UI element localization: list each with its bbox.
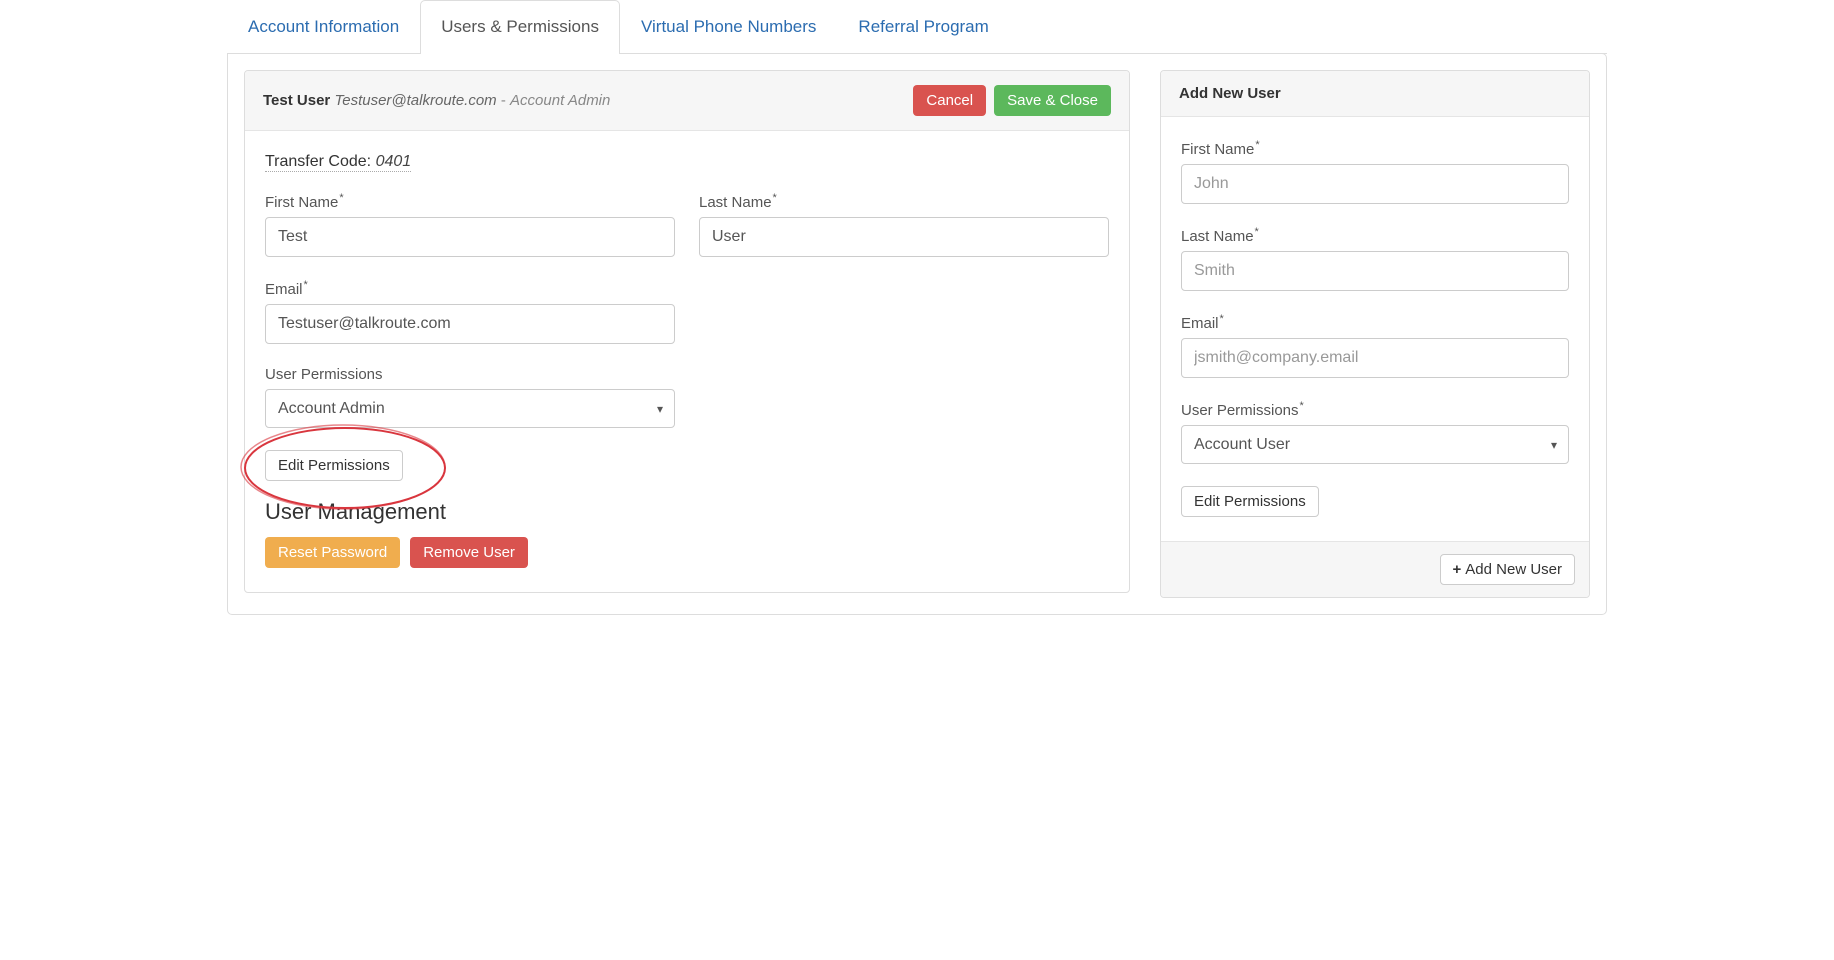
add-user-permissions-select[interactable]: Account User: [1181, 425, 1569, 464]
tabs-bar: Account Information Users & Permissions …: [227, 0, 1607, 54]
add-last-name-label: Last Name: [1181, 226, 1569, 245]
last-name-input[interactable]: [699, 217, 1109, 257]
save-close-button[interactable]: Save & Close: [994, 85, 1111, 116]
add-user-panel: Add New User First Name Last Name Email: [1160, 70, 1590, 598]
edit-user-separator: -: [501, 92, 510, 109]
first-name-label: First Name: [265, 192, 675, 211]
last-name-label: Last Name: [699, 192, 1109, 211]
edit-user-email: Testuser@talkroute.com: [334, 92, 496, 109]
transfer-code: Transfer Code: 0401: [265, 153, 411, 172]
edit-user-name: Test User: [263, 92, 330, 109]
edit-permissions-button[interactable]: Edit Permissions: [265, 450, 403, 481]
edit-user-role: Account Admin: [510, 92, 610, 109]
add-email-input[interactable]: [1181, 338, 1569, 378]
tab-account-information[interactable]: Account Information: [227, 0, 420, 53]
edit-user-header: Test User Testuser@talkroute.com - Accou…: [245, 71, 1129, 131]
add-user-title: Add New User: [1179, 85, 1281, 102]
add-email-label: Email: [1181, 313, 1569, 332]
cancel-button[interactable]: Cancel: [913, 85, 986, 116]
add-first-name-input[interactable]: [1181, 164, 1569, 204]
email-input[interactable]: [265, 304, 675, 344]
transfer-code-label: Transfer Code:: [265, 153, 376, 170]
transfer-code-value: 0401: [376, 153, 412, 170]
add-last-name-input[interactable]: [1181, 251, 1569, 291]
user-management-heading: User Management: [265, 499, 1109, 525]
edit-user-panel: Test User Testuser@talkroute.com - Accou…: [244, 70, 1130, 593]
plus-icon: +: [1453, 561, 1462, 578]
email-label: Email: [265, 279, 1109, 298]
first-name-input[interactable]: [265, 217, 675, 257]
tab-virtual-phone-numbers[interactable]: Virtual Phone Numbers: [620, 0, 837, 53]
tab-referral-program[interactable]: Referral Program: [837, 0, 1009, 53]
add-new-user-label: Add New User: [1465, 561, 1562, 578]
tab-users-permissions[interactable]: Users & Permissions: [420, 0, 620, 53]
reset-password-button[interactable]: Reset Password: [265, 537, 400, 568]
remove-user-button[interactable]: Remove User: [410, 537, 528, 568]
user-permissions-label: User Permissions: [265, 366, 1109, 383]
add-new-user-button[interactable]: +Add New User: [1440, 554, 1575, 585]
add-user-permissions-label: User Permissions: [1181, 400, 1569, 419]
user-permissions-select[interactable]: Account Admin: [265, 389, 675, 428]
add-first-name-label: First Name: [1181, 139, 1569, 158]
tab-content: Test User Testuser@talkroute.com - Accou…: [227, 53, 1607, 615]
add-edit-permissions-button[interactable]: Edit Permissions: [1181, 486, 1319, 517]
